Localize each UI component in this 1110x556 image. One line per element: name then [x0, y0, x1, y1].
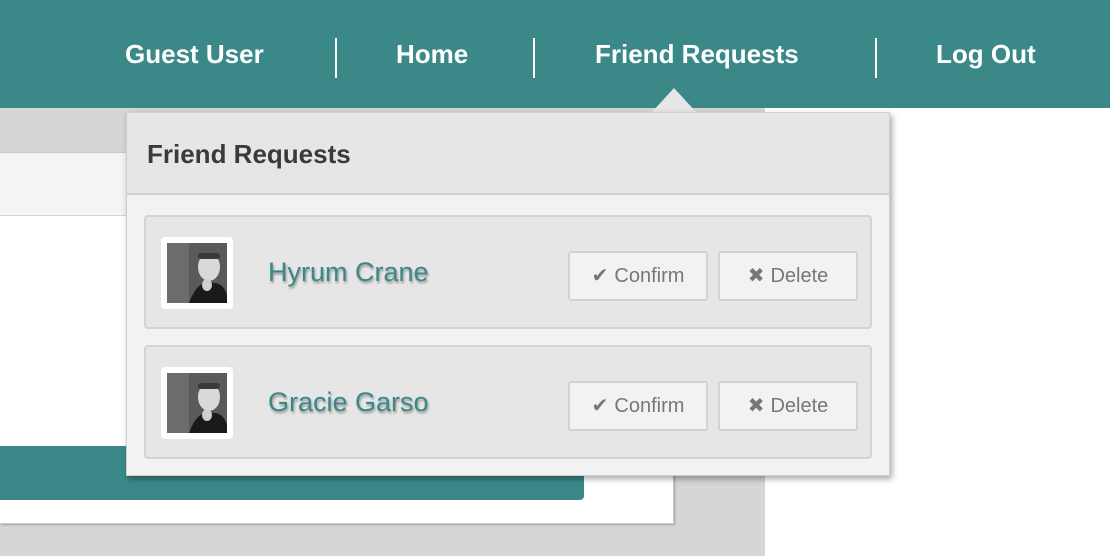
- profile-photo-icon: [167, 243, 227, 303]
- confirm-label: Confirm: [614, 395, 685, 417]
- confirm-button[interactable]: ✔ Confirm: [568, 381, 708, 431]
- checkmark-icon: ✔: [591, 395, 609, 417]
- profile-photo-icon: [167, 373, 227, 433]
- x-icon: ✖: [747, 395, 765, 417]
- x-icon: ✖: [747, 265, 765, 287]
- avatar[interactable]: [161, 367, 233, 439]
- nav-friend-requests[interactable]: Friend Requests: [595, 38, 799, 70]
- requester-name[interactable]: Gracie Garso: [268, 387, 429, 418]
- checkmark-icon: ✔: [591, 265, 609, 287]
- delete-label: Delete: [770, 395, 829, 417]
- dropdown-header: Friend Requests: [127, 113, 889, 195]
- confirm-label: Confirm: [614, 265, 685, 287]
- friend-request-item: Gracie Garso ✔ Confirm ✖ Delete: [144, 345, 872, 459]
- friend-request-item: Hyrum Crane ✔ Confirm ✖ Delete: [144, 215, 872, 329]
- dropdown-title: Friend Requests: [147, 139, 351, 169]
- confirm-button[interactable]: ✔ Confirm: [568, 251, 708, 301]
- delete-label: Delete: [770, 265, 829, 287]
- top-navbar: Guest User Home Friend Requests Log Out: [0, 0, 1110, 108]
- dropdown-caret: [652, 88, 696, 112]
- nav-home[interactable]: Home: [396, 38, 468, 70]
- nav-guest-user[interactable]: Guest User: [125, 38, 264, 70]
- requester-name[interactable]: Hyrum Crane: [268, 257, 429, 288]
- nav-separator: [335, 38, 337, 78]
- avatar[interactable]: [161, 237, 233, 309]
- delete-button[interactable]: ✖ Delete: [718, 251, 858, 301]
- nav-separator: [875, 38, 877, 78]
- friend-requests-dropdown: Friend Requests Hyrum Crane ✔ Confirm ✖ De…: [126, 112, 890, 476]
- nav-separator: [533, 38, 535, 78]
- nav-log-out[interactable]: Log Out: [936, 38, 1036, 70]
- delete-button[interactable]: ✖ Delete: [718, 381, 858, 431]
